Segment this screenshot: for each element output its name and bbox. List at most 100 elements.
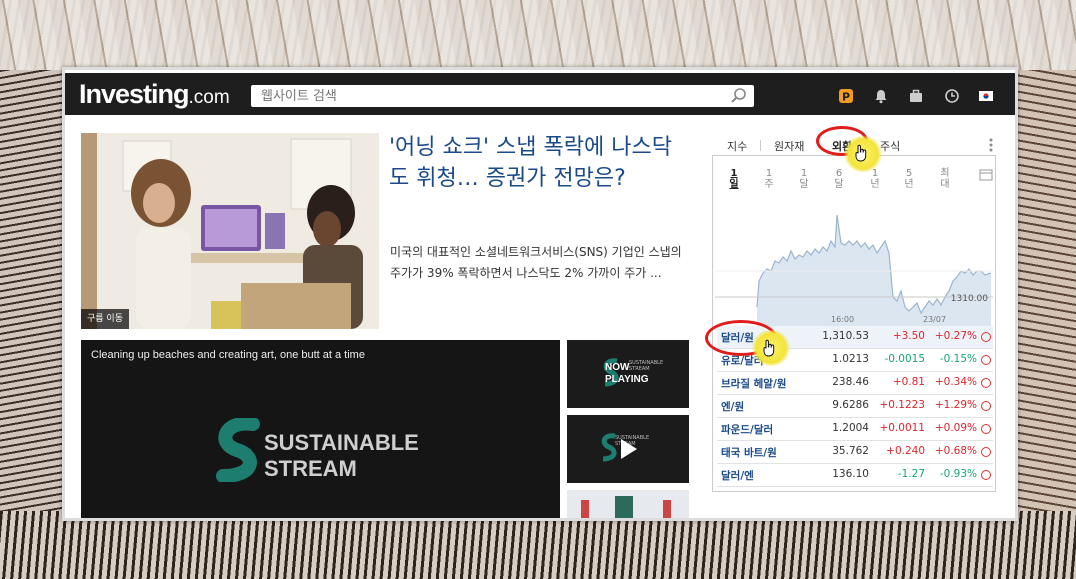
image-caption: 구름 이동: [81, 309, 129, 329]
clock-icon: [981, 332, 991, 342]
tab-commodities[interactable]: 원자재: [774, 138, 804, 154]
article-summary: 미국의 대표적인 소셜네트워크서비스(SNS) 기업인 스냅의 주가가 39% …: [390, 245, 682, 280]
video-thumbnail-2[interactable]: SUSTAINABLE STREAM: [567, 415, 689, 483]
forex-change: +0.81: [892, 376, 925, 388]
more-options-icon[interactable]: [988, 137, 994, 153]
chart-x-label-2: 23/07: [923, 315, 947, 324]
tab-indices[interactable]: 지수: [727, 138, 747, 154]
period-num: 6: [835, 168, 843, 179]
video-brand-line1: SUSTAINABLE: [264, 430, 419, 455]
period-unit: 년: [870, 179, 880, 190]
clock-icon: [981, 470, 991, 480]
forex-change-percent: +1.29%: [934, 399, 977, 411]
article-image[interactable]: 구름 이동: [81, 133, 379, 329]
thumb3-photo: [567, 490, 689, 518]
forex-change-percent: -0.15%: [939, 353, 977, 365]
forex-price: 35.762: [832, 445, 869, 457]
thumb1-playing: PLAYING: [605, 374, 649, 385]
period-1m[interactable]: 1달: [797, 168, 811, 190]
forex-pair-name[interactable]: 달러/엔: [721, 468, 754, 483]
forex-row[interactable]: 달러/엔 136.10 -1.27 -0.93%: [717, 464, 993, 487]
forex-change: +0.240: [886, 445, 925, 457]
background-books-bottom: [0, 511, 1076, 579]
clock-icon: [981, 424, 991, 434]
forex-pair-name[interactable]: 파운드/달러: [721, 422, 773, 437]
period-unit: 주: [764, 179, 774, 190]
video-thumbnail-3[interactable]: [567, 490, 689, 518]
background-books-top: [0, 0, 1076, 70]
svg-text:P: P: [842, 91, 850, 104]
clock-icon: [981, 401, 991, 411]
video-thumbnail-1[interactable]: NOW PLAYING SUSTAINABLE STREAM: [567, 340, 689, 408]
period-num: 1: [765, 168, 773, 179]
period-num: 1: [800, 168, 808, 179]
investing-logo[interactable]: Investing.com: [79, 79, 230, 110]
clock-icon[interactable]: [944, 88, 960, 104]
forex-pair-name[interactable]: 태국 바트/원: [721, 445, 777, 460]
period-6m[interactable]: 6달: [832, 168, 846, 190]
forex-price: 238.46: [832, 376, 869, 388]
article-headline[interactable]: '어닝 쇼크' 스냅 폭락에 나스닥도 휘청… 증권가 전망은?: [389, 132, 689, 194]
forex-price: 1.2004: [832, 422, 869, 434]
forex-price: 1,310.53: [822, 330, 869, 342]
forex-change-percent: +0.68%: [934, 445, 977, 457]
period-unit: 대: [940, 179, 950, 190]
forex-price: 1.0213: [832, 353, 869, 365]
clock-icon: [981, 447, 991, 457]
logo-main-text: Investing: [79, 79, 190, 109]
forex-change-percent: +0.34%: [934, 376, 977, 388]
period-1y[interactable]: 1년: [868, 168, 882, 190]
play-icon[interactable]: [617, 437, 639, 461]
forex-change: +3.50: [892, 330, 925, 342]
browser-window: Investing.com P: [62, 67, 1018, 521]
period-5y[interactable]: 5년: [902, 168, 916, 190]
hand-cursor-icon: [855, 144, 867, 162]
background-books-right: [1012, 70, 1076, 579]
forex-change: -1.27: [897, 468, 925, 480]
video-player[interactable]: Cleaning up beaches and creating art, on…: [81, 340, 560, 518]
portfolio-icon[interactable]: [908, 88, 924, 104]
korea-flag-icon[interactable]: [978, 88, 994, 104]
bell-icon[interactable]: [873, 88, 889, 104]
forex-change: +0.0011: [879, 422, 925, 434]
chart-x-label-1: 16:00: [831, 315, 855, 324]
forex-change: +0.1223: [879, 399, 925, 411]
forex-mini-chart: 1310.00: [715, 214, 993, 326]
thumb1-small2: STREAM: [629, 366, 650, 372]
forex-price: 136.10: [832, 468, 869, 480]
period-selector: 1일 1주 1달 6달 1년 5년 최대: [713, 168, 995, 198]
forex-row[interactable]: 태국 바트/원 35.762 +0.240 +0.68%: [717, 441, 993, 464]
search-box[interactable]: [251, 85, 754, 108]
tab-divider: [760, 140, 761, 151]
logo-suffix-text: .com: [188, 87, 230, 108]
period-unit: 달: [834, 179, 844, 190]
period-num: 1: [730, 168, 738, 179]
forex-change: -0.0015: [884, 353, 925, 365]
forex-change-percent: +0.09%: [934, 422, 977, 434]
article-photo: [81, 133, 379, 329]
chart-price-label: 1310.00: [951, 294, 988, 304]
video-brand-line2: STREAM: [264, 456, 357, 481]
period-unit: 일: [729, 179, 739, 190]
chart-expand-icon[interactable]: [979, 169, 993, 181]
period-1w[interactable]: 1주: [762, 168, 776, 190]
forex-pair-name[interactable]: 브라질 헤알/원: [721, 376, 786, 391]
forex-change-percent: +0.27%: [934, 330, 977, 342]
search-icon[interactable]: [730, 87, 748, 105]
period-num: 최: [940, 168, 950, 179]
background-books-left: [0, 70, 62, 579]
forex-row[interactable]: 엔/원 9.6286 +0.1223 +1.29%: [717, 395, 993, 418]
period-1d[interactable]: 1일: [727, 168, 741, 190]
period-num: 5: [905, 168, 913, 179]
forex-row[interactable]: 파운드/달러 1.2004 +0.0011 +0.09%: [717, 418, 993, 441]
period-unit: 년: [904, 179, 914, 190]
pro-icon[interactable]: P: [838, 88, 854, 104]
top-navigation-bar: Investing.com P: [65, 73, 1015, 115]
period-max[interactable]: 최대: [938, 168, 952, 190]
forex-row[interactable]: 브라질 헤알/원 238.46 +0.81 +0.34%: [717, 372, 993, 395]
tab-stocks[interactable]: 주식: [880, 138, 900, 154]
hand-cursor-icon: [763, 339, 775, 357]
period-unit: 달: [799, 179, 809, 190]
forex-pair-name[interactable]: 엔/원: [721, 399, 744, 414]
search-input[interactable]: [259, 85, 723, 108]
